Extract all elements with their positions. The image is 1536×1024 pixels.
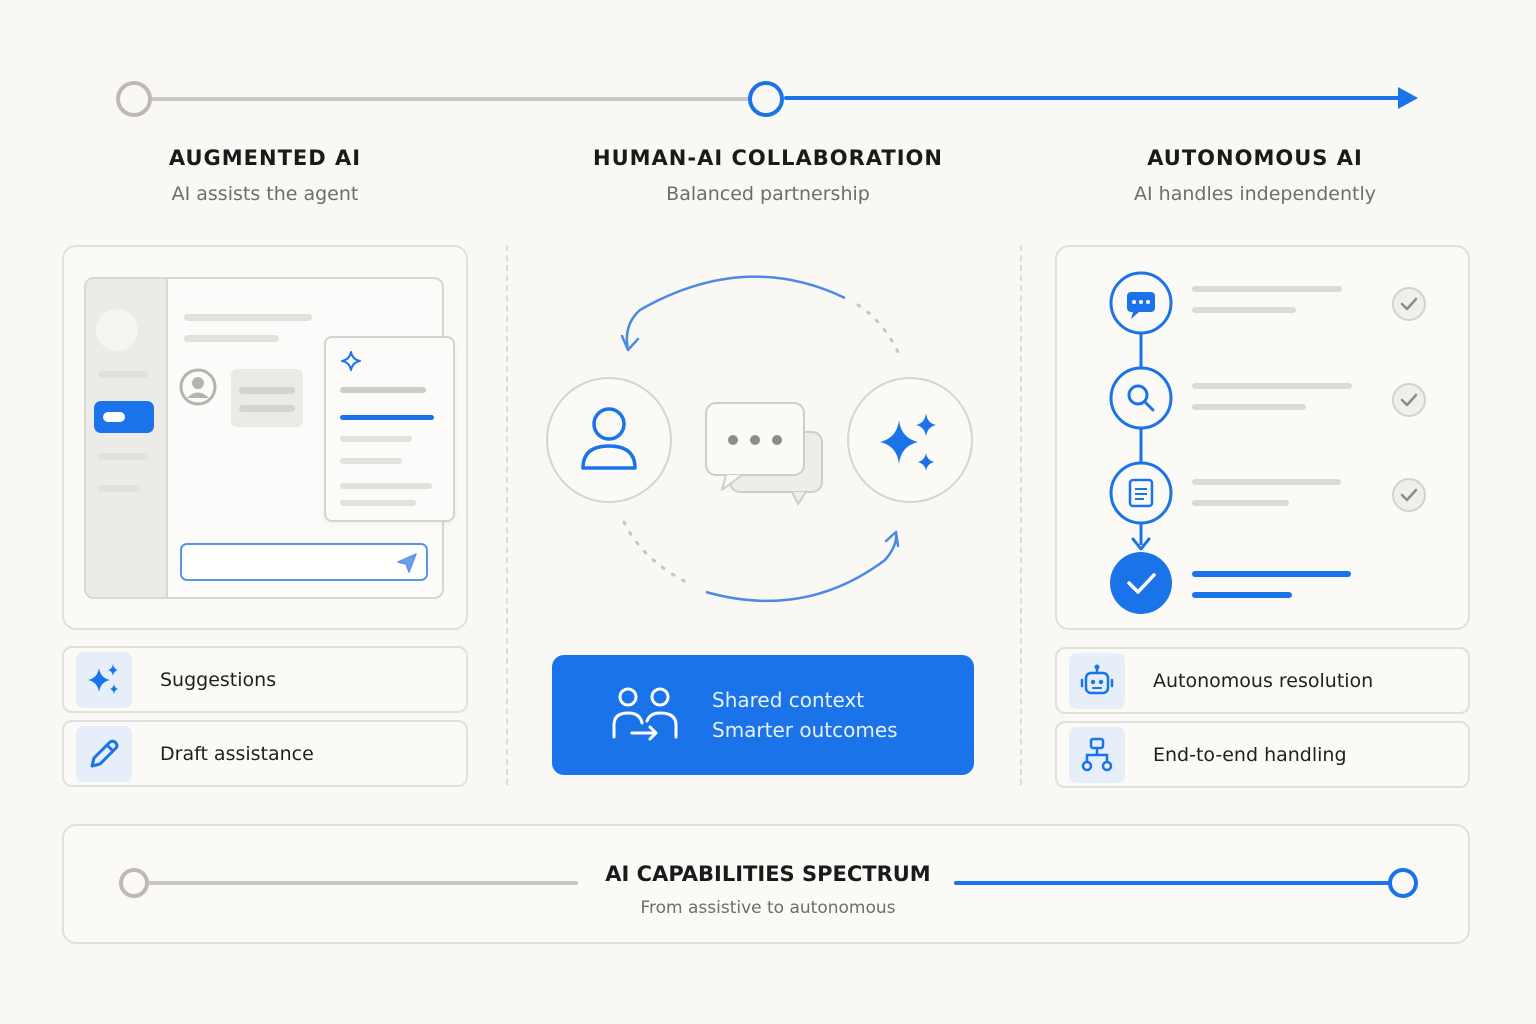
banner-line-1: Shared context bbox=[712, 688, 865, 712]
sparkles-icon bbox=[76, 651, 132, 708]
avatar bbox=[96, 309, 138, 351]
feature-label: End-to-end handling bbox=[1153, 743, 1347, 766]
stage-title-augmented: AUGMENTED AI bbox=[168, 146, 362, 170]
spectrum-start-node bbox=[119, 868, 149, 898]
workflow-steps bbox=[1109, 271, 1426, 614]
sidebar-active-item[interactable] bbox=[94, 401, 154, 433]
feature-suggestions[interactable]: Suggestions bbox=[62, 646, 468, 713]
stage-title-autonomous: AUTONOMOUS AI bbox=[1147, 146, 1363, 170]
workflow-icon bbox=[1069, 726, 1125, 783]
feature-label: Suggestions bbox=[160, 668, 277, 691]
arrow-head-icon bbox=[1398, 87, 1418, 109]
pencil-icon bbox=[76, 725, 132, 782]
stage-subtitle-autonomous: AI handles independently bbox=[1134, 183, 1376, 205]
column-divider bbox=[1020, 245, 1022, 785]
checkmark-icon bbox=[1392, 287, 1426, 321]
capabilities-spectrum-panel: AI CAPABILITIES SPECTRUM From assistive … bbox=[62, 824, 1470, 944]
timeline-node-augmented bbox=[116, 81, 152, 117]
collaboration-cycle bbox=[546, 275, 973, 603]
send-icon[interactable] bbox=[396, 552, 418, 574]
checkmark-icon bbox=[1392, 383, 1426, 417]
feature-draft-assistance[interactable]: Draft assistance bbox=[62, 720, 468, 787]
banner-line-2: Smarter outcomes bbox=[712, 718, 898, 742]
timeline-node-collaboration bbox=[748, 81, 784, 117]
top-timeline bbox=[116, 81, 1418, 117]
spectrum-end-node bbox=[1388, 868, 1418, 898]
message-input[interactable] bbox=[180, 543, 428, 581]
check-icon bbox=[1110, 552, 1172, 614]
robot-icon bbox=[1069, 652, 1125, 709]
augmented-illustration-panel bbox=[62, 245, 468, 630]
feature-label: Draft assistance bbox=[160, 742, 314, 765]
column-divider bbox=[506, 245, 508, 785]
ai-suggestion-card[interactable] bbox=[324, 336, 455, 522]
user-avatar-icon bbox=[179, 368, 217, 406]
message-bubble bbox=[231, 369, 303, 427]
sparkle-icon bbox=[341, 351, 361, 371]
feature-autonomous-resolution[interactable]: Autonomous resolution bbox=[1055, 647, 1470, 714]
feature-end-to-end-handling[interactable]: End-to-end handling bbox=[1055, 721, 1470, 788]
stage-subtitle-collaboration: Balanced partnership bbox=[666, 183, 870, 205]
stage-subtitle-augmented: AI assists the agent bbox=[171, 183, 359, 205]
team-icon bbox=[612, 687, 678, 741]
chat-bubbles-icon bbox=[705, 402, 823, 506]
shared-context-banner[interactable]: Shared context Smarter outcomes bbox=[552, 655, 974, 775]
autonomous-workflow-panel bbox=[1055, 245, 1470, 630]
feature-label: Autonomous resolution bbox=[1153, 669, 1374, 692]
stage-title-collaboration: HUMAN-AI COLLABORATION bbox=[593, 146, 943, 170]
search-icon bbox=[1109, 366, 1173, 430]
checkmark-icon bbox=[1392, 478, 1426, 512]
spectrum-title: AI CAPABILITIES SPECTRUM bbox=[605, 862, 931, 886]
spectrum-subtitle: From assistive to autonomous bbox=[640, 898, 896, 918]
